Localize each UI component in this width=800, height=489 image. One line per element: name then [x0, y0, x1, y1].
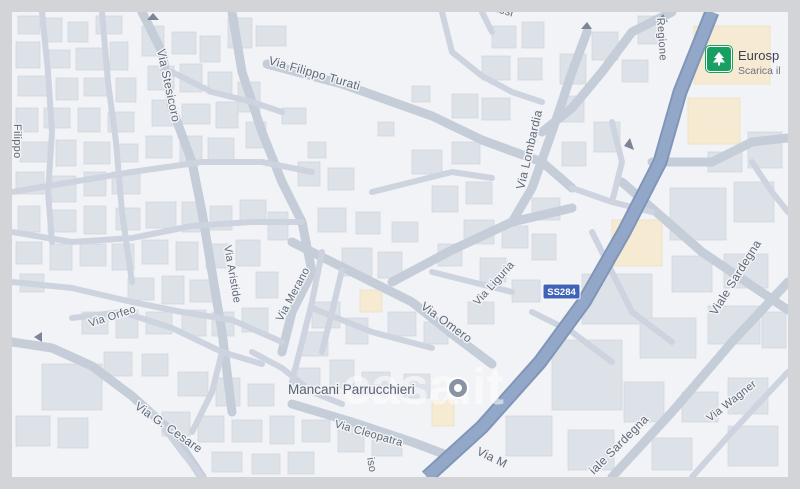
shop-marker[interactable]: Eurosp Scarica il — [706, 46, 788, 80]
ss284-shield-label: SS284 — [547, 287, 576, 298]
label-via-filippo-turati: Via Filippo Turati — [267, 53, 362, 93]
map-canvas[interactable]: casa.it Via Stesicoro Via Filippo Turati… — [12, 12, 788, 477]
label-filippo-partial: Filippo — [12, 124, 23, 159]
label-top-partial: issi — [495, 12, 515, 20]
tree-icon[interactable] — [706, 46, 732, 72]
shop-subtitle: Scarica il — [738, 65, 781, 77]
label-iso-partial: iso — [364, 456, 378, 473]
shop-name[interactable]: Eurosp — [738, 48, 779, 63]
pin-icon[interactable] — [447, 377, 469, 399]
label-regione: Regione — [654, 17, 669, 61]
ss284-shield: SS284 — [542, 283, 581, 300]
map-frame[interactable]: casa.it Via Stesicoro Via Filippo Turati… — [12, 12, 788, 477]
label-via-m: Via M — [475, 444, 510, 471]
poi-label[interactable]: Mancani Parrucchieri — [287, 381, 417, 399]
